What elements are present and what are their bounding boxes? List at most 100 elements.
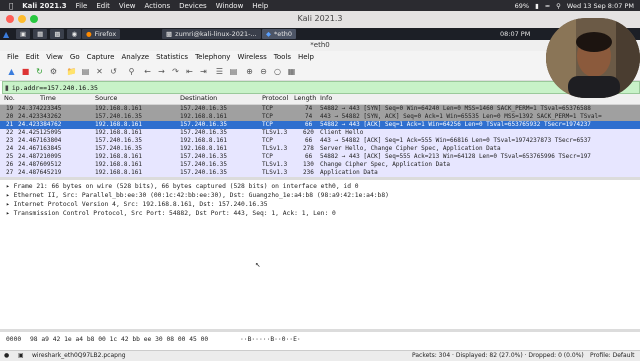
resize-columns-icon[interactable]: ▦ [286,66,297,77]
menu-go[interactable]: Go [70,53,80,61]
reload-file-icon[interactable]: ↺ [108,66,119,77]
go-back-icon[interactable]: ← [142,66,153,77]
packet-row[interactable]: 23 24.467163804 157.240.16.35 192.168.8.… [0,137,640,145]
search-icon[interactable]: ⚲ [556,2,561,10]
menu-capture[interactable]: Capture [87,53,115,61]
menu-view[interactable]: View [46,53,63,61]
mac-menu-help[interactable]: Help [252,2,268,10]
colorize-icon[interactable]: ▤ [228,66,239,77]
mac-menu-devices[interactable]: Devices [179,2,207,10]
webcam-overlay [546,18,640,98]
terminal-launcher-icon[interactable]: ▩ [50,29,65,39]
capture-file-name[interactable]: wireshark_eth0Q97LB2.pcapng [32,352,126,359]
packet-row[interactable]: 20 24.423343262 157.240.16.35 192.168.8.… [0,113,640,121]
menu-help[interactable]: Help [298,53,314,61]
start-capture-icon[interactable]: ▲ [6,66,17,77]
packet-row[interactable]: 24 24.467163845 157.240.16.35 192.168.8.… [0,145,640,153]
mac-menu-window[interactable]: Window [216,2,244,10]
menu-tools[interactable]: Tools [274,53,291,61]
column-protocol[interactable]: Protocol [262,94,288,102]
menu-telephony[interactable]: Telephony [195,53,230,61]
expand-arrow-icon[interactable]: ▸ [6,183,14,190]
column-source[interactable]: Source [95,94,117,102]
battery-level[interactable]: 69% [515,2,529,10]
display-filter-input[interactable] [8,82,572,93]
kali-menu-icon[interactable]: ▲ [3,29,9,39]
expert-info-icon[interactable]: ● [4,352,9,359]
zoom-in-icon[interactable]: ⊕ [244,66,255,77]
mac-menu-bar:  Kali 2021.3 File Edit View Actions Dev… [0,0,640,11]
restart-capture-icon[interactable]: ↻ [34,66,45,77]
stop-capture-icon[interactable]: ■ [20,66,31,77]
vm-window-titlebar: Kali 2021.3 [0,11,640,29]
wireshark-icon: ◆ [266,30,271,38]
menu-file[interactable]: File [7,53,19,61]
close-file-icon[interactable]: ✕ [94,66,105,77]
expand-arrow-icon[interactable]: ▸ [6,210,14,217]
column-length[interactable]: Length [294,94,316,102]
go-to-packet-icon[interactable]: ↷ [170,66,181,77]
expand-arrow-icon[interactable]: ▸ [6,201,14,208]
packet-details-pane: ▸ Frame 21: 66 bytes on wire (528 bits),… [0,181,640,329]
column-time[interactable]: Time [40,94,56,102]
task-terminal[interactable]: ▩ zumri@kali-linux-2021-... [162,29,261,39]
packet-row-selected[interactable]: 21 24.423384762 192.168.8.161 157.240.16… [0,121,640,129]
capture-options-icon[interactable]: ⚙ [48,66,59,77]
menu-analyze[interactable]: Analyze [121,53,149,61]
packet-row[interactable]: 22 24.425125095 192.168.8.161 157.240.16… [0,129,640,137]
last-packet-icon[interactable]: ⇥ [198,66,209,77]
zoom-out-icon[interactable]: ⊖ [258,66,269,77]
packet-row[interactable]: 25 24.487210095 192.168.8.161 157.240.16… [0,153,640,161]
workspace-1[interactable]: ▣ [16,29,31,39]
detail-ipv4[interactable]: ▸ Internet Protocol Version 4, Src: 192.… [6,201,268,208]
packet-stats: Packets: 304 · Displayed: 82 (27.0%) · D… [412,352,584,359]
column-info[interactable]: Info [320,94,332,102]
status-bar: ● ▣ wireshark_eth0Q97LB2.pcapng Packets:… [0,350,640,361]
app-name[interactable]: Kali 2021.3 [22,2,66,10]
file-manager-icon[interactable]: ▦ [33,29,48,39]
find-packet-icon[interactable]: ⚲ [126,66,137,77]
browser-launcher-icon[interactable]: ◉ [67,29,82,39]
pane-splitter[interactable] [0,177,640,180]
bytes-offset: 0000 [6,336,22,343]
taskbar-clock[interactable]: 08:07 PM [500,29,530,39]
column-destination[interactable]: Destination [180,94,217,102]
profile-indicator[interactable]: Profile: Default [590,352,635,359]
column-no[interactable]: No. [4,94,15,102]
detail-frame[interactable]: ▸ Frame 21: 66 bytes on wire (528 bits),… [6,183,359,190]
capture-file-icon[interactable]: ▣ [18,352,24,359]
mac-menu-view[interactable]: View [119,2,136,10]
menubar-clock[interactable]: Wed 13 Sep 8:07 PM [567,2,634,10]
menu-statistics[interactable]: Statistics [156,53,188,61]
kali-taskbar: ▲ ▣ ▦ ▩ ◉ ● Firefox ▩ zumri@kali-linux-202… [0,28,640,40]
mouse-cursor-icon: ↖ [255,260,261,270]
expand-arrow-icon[interactable]: ▸ [6,192,14,199]
menu-edit[interactable]: Edit [26,53,40,61]
detail-tcp[interactable]: ▸ Transmission Control Protocol, Src Por… [6,210,336,217]
save-file-icon[interactable]: ▤ [80,66,91,77]
open-file-icon[interactable]: 📁 [66,66,77,77]
wifi-icon[interactable]: ≈ [545,2,550,10]
task-firefox[interactable]: ● Firefox [82,29,121,39]
packet-row[interactable]: 27 24.487645219 192.168.8.161 157.240.16… [0,169,640,177]
zoom-reset-icon[interactable]: ○ [272,66,283,77]
apple-icon[interactable]:  [9,2,13,10]
battery-icon[interactable]: ▮ [535,2,539,10]
mac-menu-edit[interactable]: Edit [96,2,110,10]
go-forward-icon[interactable]: → [156,66,167,77]
auto-scroll-icon[interactable]: ☰ [214,66,225,77]
packet-row[interactable]: 19 24.374223345 192.168.8.161 157.240.16… [0,105,640,113]
mac-menu-file[interactable]: File [76,2,88,10]
terminal-icon: ▩ [166,30,173,38]
menu-wireless[interactable]: Wireless [237,53,266,61]
packet-row[interactable]: 26 24.487609512 192.168.8.161 157.240.16… [0,161,640,169]
first-packet-icon[interactable]: ⇤ [184,66,195,77]
task-wireshark[interactable]: ◆ *eth0 [262,29,297,39]
detail-ethernet[interactable]: ▸ Ethernet II, Src: Parallel_bb:ee:30 (0… [6,192,389,199]
bytes-ascii[interactable]: ··B·····B··0··E· [240,336,301,343]
wireshark-menu-bar: File Edit View Go Capture Analyze Statis… [0,51,640,63]
mac-menu-actions[interactable]: Actions [145,2,171,10]
wireshark-title: *eth0 [310,41,330,49]
bytes-hex[interactable]: 98 a9 42 1e a4 b8 00 1c 42 bb ee 30 08 0… [30,336,208,343]
packet-list-header: No. Time Source Destination Protocol Len… [0,94,640,105]
